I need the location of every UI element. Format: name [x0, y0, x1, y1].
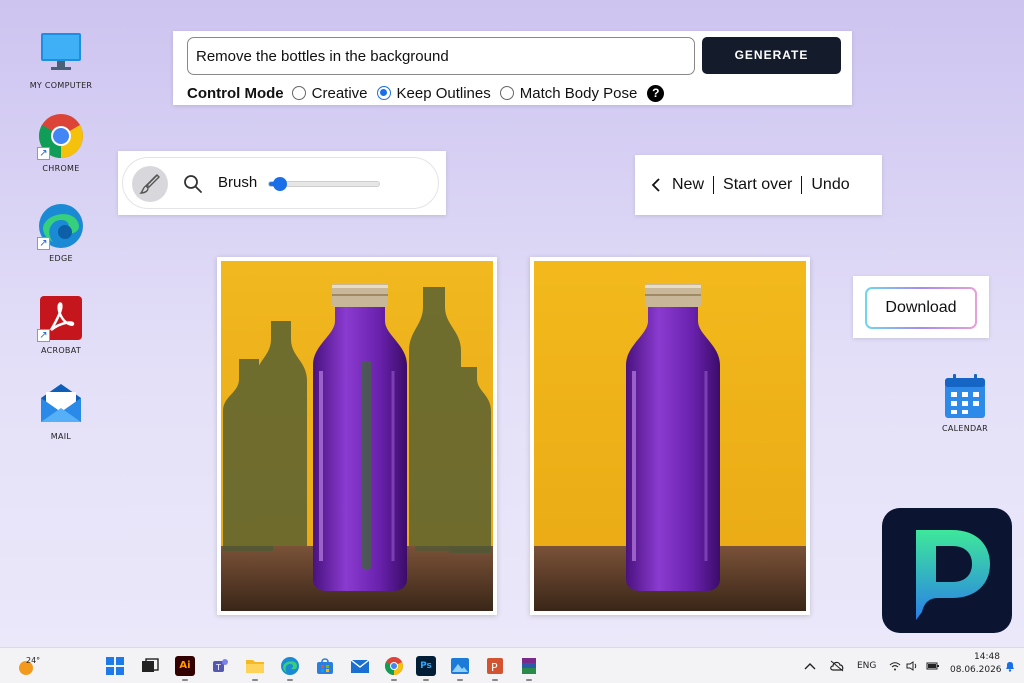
action-panel: New Start over Undo — [635, 155, 882, 215]
running-indicator — [526, 679, 532, 681]
radio-match-body-pose[interactable] — [499, 86, 514, 100]
windows-icon — [106, 657, 124, 675]
download-label: Download — [867, 289, 975, 327]
result-photo — [534, 261, 806, 611]
desktop-icon-label: CALENDAR — [941, 424, 988, 433]
monitor-icon — [37, 29, 85, 77]
powerpoint-icon[interactable]: P — [485, 656, 505, 676]
brush-toolbar: Brush — [122, 157, 439, 209]
zoom-icon[interactable] — [183, 174, 203, 194]
running-indicator — [252, 679, 258, 681]
prompt-input[interactable] — [187, 37, 695, 75]
svg-text:T: T — [215, 663, 221, 672]
chrome-icon: ↗ — [37, 112, 85, 160]
brush-icon — [139, 174, 160, 194]
control-mode-option-creative[interactable]: Creative — [291, 84, 368, 102]
chrome-taskbar-icon[interactable] — [384, 656, 404, 676]
clock-date[interactable]: 08.06.2026 — [950, 665, 1002, 675]
chevron-left-icon[interactable] — [651, 178, 661, 192]
teams-icon[interactable]: T — [210, 656, 230, 676]
taskview-icon[interactable] — [140, 656, 160, 676]
volume-icon[interactable] — [906, 661, 918, 671]
desktop-icon-label: ACROBAT — [40, 346, 82, 355]
desktop-icon-label: CHROME — [42, 164, 80, 173]
desktop-icon-acrobat[interactable]: ↗ ACROBAT — [21, 294, 101, 355]
desktop-icon-label: MAIL — [50, 432, 72, 441]
option-label: Creative — [311, 84, 368, 102]
generate-button[interactable]: GENERATE — [702, 37, 841, 74]
control-mode-option-keep-outlines[interactable]: Keep Outlines — [376, 84, 491, 102]
mail-icon — [37, 380, 85, 428]
option-label: Match Body Pose — [519, 84, 638, 102]
clock-time[interactable]: 14:48 — [974, 652, 1000, 662]
notification-bell-icon[interactable] — [1004, 660, 1016, 672]
radio-keep-outlines[interactable] — [376, 86, 391, 100]
original-photo — [221, 261, 493, 611]
prompt-panel: GENERATE Control Mode Creative Keep Outl… — [173, 31, 852, 105]
winrar-icon[interactable] — [519, 656, 539, 676]
start-button[interactable] — [105, 656, 125, 676]
weather-temp: 24° — [26, 656, 41, 665]
chevron-up-icon[interactable] — [804, 661, 816, 671]
file-explorer-icon[interactable] — [245, 656, 265, 676]
download-panel: Download — [853, 276, 989, 338]
slider-thumb[interactable] — [273, 177, 287, 191]
running-indicator — [391, 679, 397, 681]
running-indicator — [423, 679, 429, 681]
desktop-icon-calendar[interactable]: CALENDAR — [925, 372, 1005, 433]
running-indicator — [182, 679, 188, 681]
desktop-icon-chrome[interactable]: ↗ CHROME — [21, 112, 101, 173]
mail-taskbar-icon[interactable] — [350, 656, 370, 676]
separator — [801, 176, 803, 194]
weather-widget[interactable]: 24° — [16, 656, 56, 676]
app-logo-tile[interactable] — [882, 508, 1012, 633]
illustrator-icon[interactable]: Ai — [175, 656, 195, 676]
wifi-icon[interactable] — [889, 661, 901, 671]
option-label: Keep Outlines — [396, 84, 491, 102]
acrobat-icon: ↗ — [37, 294, 85, 342]
desktop-icon-my-computer[interactable]: MY COMPUTER — [21, 29, 101, 90]
radio-creative[interactable] — [291, 86, 306, 100]
brush-tool-button[interactable] — [132, 166, 168, 202]
language-indicator[interactable]: ENG — [857, 661, 876, 671]
undo-button[interactable]: Undo — [811, 176, 849, 194]
calendar-icon — [941, 372, 989, 420]
svg-text:P: P — [491, 661, 498, 674]
store-icon[interactable] — [315, 656, 335, 676]
taskbar: 24° Ai T Ps P ENG 14:48 08.06.2026 — [0, 647, 1024, 683]
control-mode-row: Control Mode Creative Keep Outlines Matc… — [187, 83, 665, 103]
desktop-icon-label: MY COMPUTER — [29, 81, 93, 90]
desktop-icon-mail[interactable]: MAIL — [21, 380, 101, 441]
photos-icon[interactable] — [450, 656, 470, 676]
brush-panel: Brush — [118, 151, 446, 215]
edge-taskbar-icon[interactable] — [280, 656, 300, 676]
brush-label: Brush — [218, 174, 258, 191]
edge-icon: ↗ — [37, 202, 85, 250]
control-mode-option-match-body-pose[interactable]: Match Body Pose — [499, 84, 638, 102]
download-button[interactable]: Download — [865, 287, 977, 329]
desktop-icon-label: EDGE — [49, 254, 73, 263]
battery-icon[interactable] — [926, 661, 940, 671]
original-image[interactable] — [217, 257, 497, 615]
control-mode-title: Control Mode — [187, 84, 284, 102]
running-indicator — [287, 679, 293, 681]
app-logo-icon — [916, 530, 990, 620]
desktop-icon-edge[interactable]: ↗ EDGE — [21, 202, 101, 263]
running-indicator — [492, 679, 498, 681]
help-icon[interactable]: ? — [647, 84, 665, 102]
start-over-button[interactable]: Start over — [723, 176, 792, 194]
new-button[interactable]: New — [672, 176, 704, 194]
result-image[interactable] — [530, 257, 810, 615]
cloud-icon[interactable] — [829, 660, 845, 672]
brush-size-slider[interactable] — [268, 177, 380, 191]
running-indicator — [457, 679, 463, 681]
separator — [713, 176, 715, 194]
photoshop-icon[interactable]: Ps — [416, 656, 436, 676]
